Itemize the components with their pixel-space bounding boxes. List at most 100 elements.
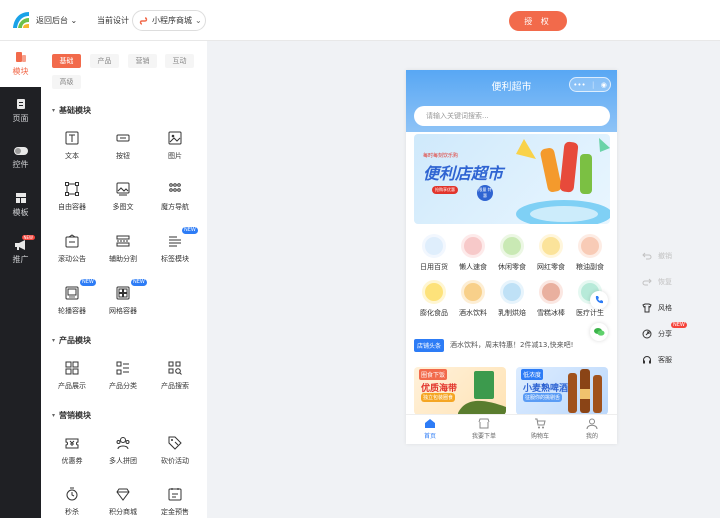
category-item[interactable]: 网红零食 [531, 234, 571, 272]
customer-service-button[interactable]: 客服 [642, 355, 672, 365]
button-icon [116, 134, 130, 142]
promo-card-beer[interactable]: 低浓度 小麦熟啤酒 征服你的挑剔舌 [516, 367, 608, 415]
component-flash-sale[interactable]: 秒杀 [47, 487, 97, 518]
tab-marketing[interactable]: 营销 [128, 54, 157, 68]
top-bar: 返回后台 ⌄ 当前设计 小程序商城 ⌄ 授 权 [0, 0, 720, 41]
grid-container-icon [116, 286, 130, 300]
component-label: 产品展示 [58, 382, 86, 390]
component-divider[interactable]: 辅助分割 [98, 234, 148, 274]
rail-item-pages[interactable]: 页面 [0, 88, 41, 134]
component-grid-nav[interactable]: 魔方导航 [150, 182, 200, 222]
section-title: 营销模块 [59, 411, 92, 420]
back-to-admin-link[interactable]: 返回后台 ⌄ [36, 15, 77, 26]
component-text[interactable]: 文本 [47, 131, 97, 171]
phone-tab-cart[interactable]: 购物车 [520, 418, 560, 440]
phone-call-button[interactable] [590, 291, 608, 309]
component-presale[interactable]: 定金预售 [150, 487, 200, 518]
promo-card-seaweed[interactable]: 圈食下饭 优质海带 独立包装圈食 [414, 367, 506, 415]
category-item[interactable]: 酒水饮料 [453, 280, 493, 318]
chevron-down-icon: ⌄ [70, 16, 78, 25]
category-item[interactable]: 膨化食品 [414, 280, 454, 318]
notice-icon [65, 234, 79, 248]
phone-preview[interactable]: 便利超市 ••• | ◉ 请输入关键词搜索... 每时每刻饮乐购 便利店超市 抢… [406, 70, 617, 444]
multi-image-text-icon [116, 182, 130, 196]
category-label: 粮油副食 [576, 263, 604, 271]
action-label: 恢复 [658, 278, 672, 286]
category-item[interactable]: 休闲零食 [492, 234, 532, 272]
rail-item-controls[interactable]: 控件 [0, 135, 41, 181]
category-item[interactable]: 乳制烘焙 [492, 280, 532, 318]
category-item[interactable]: 日用百货 [414, 234, 454, 272]
chevron-down-icon: ⌄ [195, 16, 202, 25]
flash-sale-icon [66, 487, 78, 501]
new-badge: NEW [21, 235, 35, 240]
component-multi-image-text[interactable]: 多图文 [98, 182, 148, 222]
component-free-container[interactable]: 自由容器 [47, 182, 97, 222]
component-coupon[interactable]: 优惠券 [47, 436, 97, 476]
component-scroll-notice[interactable]: 滚动公告 [47, 234, 97, 274]
page-icon [16, 99, 25, 109]
phone-tab-order[interactable]: 我要下单 [464, 418, 504, 440]
undo-icon [642, 252, 652, 260]
phone-tab-bar: 首页 我要下单 购物车 我的 [406, 414, 617, 444]
component-product-search[interactable]: 产品搜索 [150, 361, 200, 401]
bargain-icon [168, 436, 182, 450]
tab-basic[interactable]: 基础 [52, 54, 81, 68]
tab-advanced[interactable]: 高级 [52, 75, 81, 89]
free-container-icon [65, 182, 79, 196]
component-product-display[interactable]: 产品展示 [47, 361, 97, 401]
left-rail: 模块 页面 控件 模板 NEW 推广 [0, 41, 41, 518]
component-carousel[interactable]: NEW 轮播容器 [47, 279, 97, 326]
component-label: 按钮 [116, 152, 130, 160]
tab-product[interactable]: 产品 [90, 54, 119, 68]
component-button[interactable]: 按钮 [98, 131, 148, 171]
section-basic-title[interactable]: ▾ 基础模块 [52, 105, 91, 116]
store-news-bar[interactable]: 店铺头条 酒水饮料，周末特惠！2件减13,快来吧! [414, 336, 610, 354]
component-bargain[interactable]: 砍价活动 [150, 436, 200, 476]
category-item[interactable]: 懒人速食 [453, 234, 493, 272]
mini-program-capsule[interactable]: ••• | ◉ [569, 77, 611, 92]
capsule-divider: | [591, 80, 595, 89]
rail-item-promotion[interactable]: NEW 推广 [0, 229, 41, 275]
category-icon [578, 234, 602, 258]
component-label: 文本 [65, 152, 79, 160]
redo-button[interactable]: 恢复 [642, 277, 672, 287]
category-icon [422, 234, 446, 258]
category-icon [500, 234, 524, 258]
phone-search-input[interactable]: 请输入关键词搜索... [414, 106, 610, 126]
tab-interaction[interactable]: 互动 [165, 54, 194, 68]
redo-icon [642, 278, 652, 286]
current-design-label: 当前设计 [97, 16, 129, 25]
component-label: 多图文 [112, 203, 134, 211]
image-icon [168, 131, 182, 145]
component-grid-container[interactable]: NEW 网格容器 [98, 279, 148, 326]
share-button[interactable]: NEW 分享 [642, 322, 687, 339]
tab-label: 我要下单 [471, 433, 496, 440]
tag-module-icon [169, 236, 181, 247]
category-item[interactable]: 粮油副食 [570, 234, 610, 272]
component-tag-module[interactable]: NEW 标签模块 [150, 227, 200, 274]
component-points-mall[interactable]: 积分商城 [98, 487, 148, 518]
component-image[interactable]: 图片 [150, 131, 200, 171]
rail-item-modules[interactable]: 模块 [0, 41, 41, 87]
component-label: 产品分类 [109, 382, 137, 390]
phone-tab-home[interactable]: 首页 [410, 418, 450, 440]
design-select[interactable]: 小程序商城 ⌄ [132, 10, 206, 31]
phone-tab-mine[interactable]: 我的 [572, 418, 612, 440]
style-button[interactable]: 风格 [642, 303, 672, 313]
undo-button[interactable]: 撤销 [642, 251, 672, 261]
section-marketing-title[interactable]: ▾ 营销模块 [52, 410, 91, 421]
category-label: 网红零食 [537, 263, 565, 271]
action-label: 撤销 [658, 252, 672, 260]
component-product-category[interactable]: 产品分类 [98, 361, 148, 401]
component-group-buy[interactable]: 多人拼团 [98, 436, 148, 476]
promo-banner[interactable]: 每时每刻饮乐购 便利店超市 抢购享优惠 限量 特惠 [414, 134, 610, 224]
rail-label: 模板 [12, 208, 29, 217]
rail-item-templates[interactable]: 模板 [0, 182, 41, 228]
category-item[interactable]: 雪糕冰棒 [531, 280, 571, 318]
authorize-button[interactable]: 授 权 [509, 11, 567, 31]
section-product-title[interactable]: ▾ 产品模块 [52, 335, 91, 346]
promo-tag: 圈食下饭 [419, 369, 448, 380]
section-title: 基础模块 [59, 106, 92, 115]
wechat-button[interactable] [590, 323, 608, 341]
